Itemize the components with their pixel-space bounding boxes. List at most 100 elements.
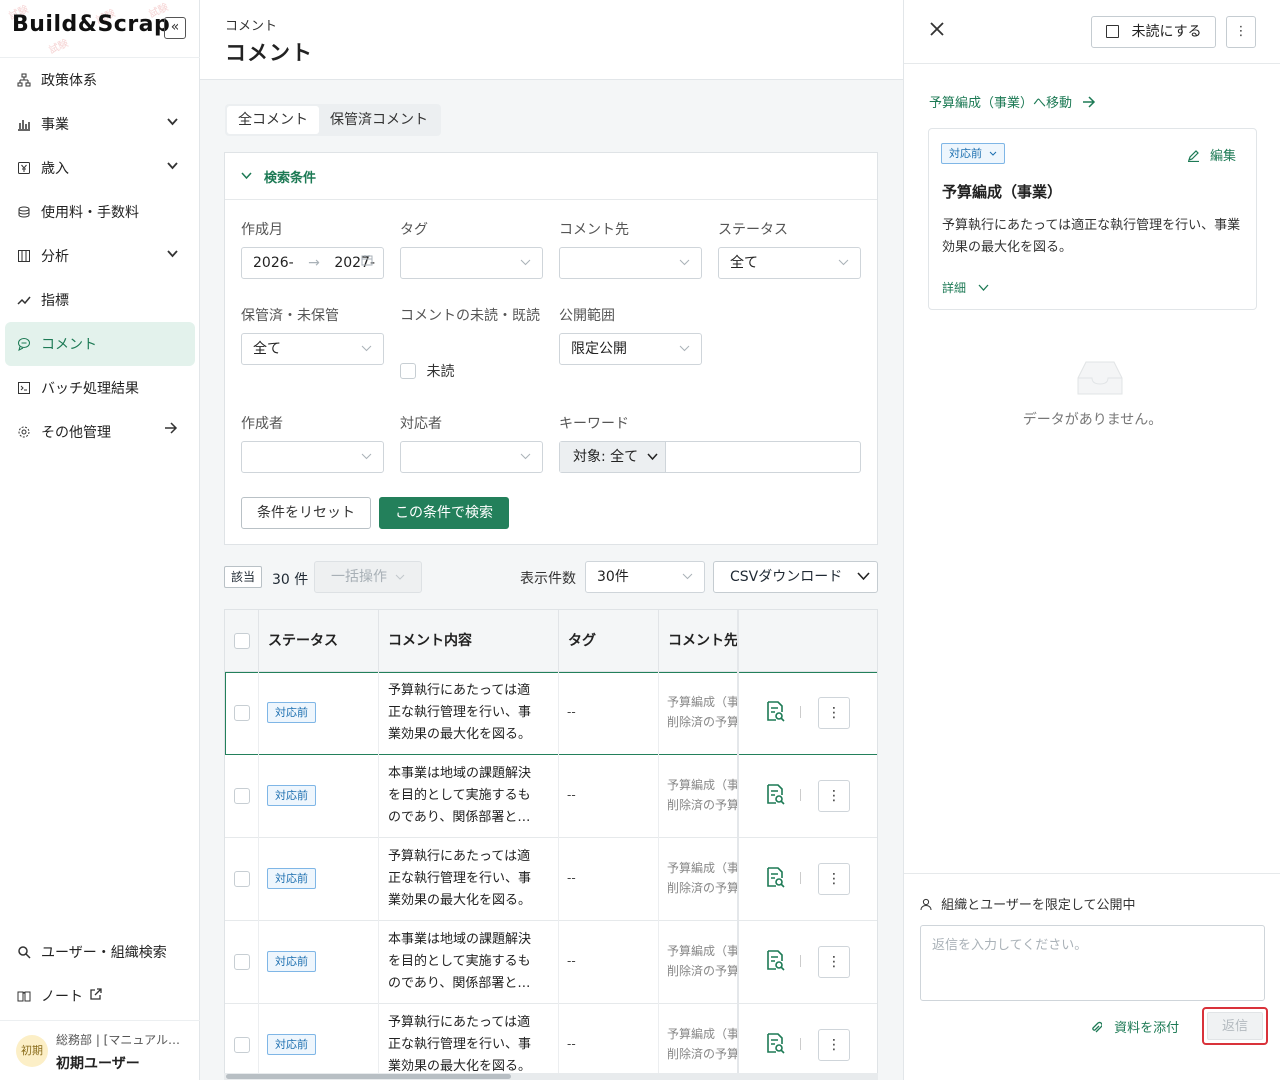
row-checkbox[interactable] <box>234 1037 250 1053</box>
row-more-options-icon[interactable]: ⋮ <box>818 946 850 978</box>
sidebar-item-policy[interactable]: 政策体系 <box>0 58 200 102</box>
sidebar-item-label: バッチ処理結果 <box>41 381 139 397</box>
row-more-options-icon[interactable]: ⋮ <box>818 1029 850 1061</box>
author-label: 作成者 <box>241 416 283 432</box>
table-row[interactable]: 対応前 予算執行にあたっては適 正な執行管理を行い、事 業効果の最大化を図る。 --… <box>225 672 877 755</box>
reply-send-button[interactable]: 返信 <box>1207 1012 1263 1040</box>
column-header-content[interactable]: コメント内容 <box>379 610 559 672</box>
target-deleted: 削除済の予算 <box>667 798 737 812</box>
search-panel-toggle[interactable]: 検索条件 <box>225 153 877 200</box>
author-select[interactable] <box>241 441 384 473</box>
view-detail-icon[interactable] <box>765 949 785 971</box>
sidebar-item-admin[interactable]: その他管理 <box>0 410 200 454</box>
sidebar-item-indicators[interactable]: 指標 <box>0 278 200 322</box>
table-row[interactable]: 対応前 予算執行にあたっては適 正な執行管理を行い、事 業効果の最大化を図る。 --… <box>225 1004 877 1080</box>
assignee-select[interactable] <box>400 441 543 473</box>
column-header-tag[interactable]: タグ <box>559 610 659 672</box>
user-org: 総務部 | [マニュアル… <box>56 1033 180 1047</box>
status-cell: 対応前 <box>259 1004 379 1080</box>
sidebar-item-fees[interactable]: 使用料・手数料 <box>0 190 200 234</box>
sidebar-item-projects[interactable]: 事業 <box>0 102 200 146</box>
column-header-status[interactable]: ステータス <box>259 610 379 672</box>
row-checkbox[interactable] <box>234 954 250 970</box>
horizontal-scrollbar[interactable] <box>224 1073 878 1080</box>
sidebar-item-label: 分析 <box>41 249 69 265</box>
target-cell: 予算編成（事業） 削除済の予算 <box>659 838 739 921</box>
target-cell: 予算編成（事業） 削除済の予算 <box>659 672 739 755</box>
reset-button[interactable]: 条件をリセット <box>241 497 371 529</box>
view-detail-icon[interactable] <box>765 700 785 722</box>
table-row[interactable]: 対応前 予算執行にあたっては適 正な執行管理を行い、事 業効果の最大化を図る。 --… <box>225 838 877 921</box>
search-button[interactable]: この条件で検索 <box>379 497 509 529</box>
app-logo[interactable]: Build&Scrap <box>12 12 170 37</box>
attach-file-button[interactable]: 資料を添付 <box>1090 1017 1179 1036</box>
sidebar-item-revenue[interactable]: 歳入 <box>0 146 200 190</box>
sidebar-item-note[interactable]: ノート <box>0 974 200 1018</box>
status-select[interactable]: 全て <box>718 247 861 279</box>
tab-all-comments[interactable]: 全コメント <box>227 106 319 134</box>
comment-target[interactable]: 予算編成（事業） 削除済の予算 <box>667 692 737 732</box>
keyword-scope-select[interactable]: 対象: 全て <box>560 442 666 472</box>
tag-value: -- <box>567 1037 576 1051</box>
tag-select[interactable] <box>400 247 543 279</box>
action-divider <box>800 872 801 884</box>
created-month-from[interactable]: 2026- <box>253 255 294 271</box>
unread-checkbox[interactable]: 未読 <box>400 361 454 381</box>
edit-button[interactable]: 編集 <box>1187 145 1236 164</box>
view-detail-icon[interactable] <box>765 866 785 888</box>
row-checkbox[interactable] <box>234 871 250 887</box>
csv-download-button[interactable]: CSVダウンロード <box>713 561 878 593</box>
status-badge[interactable]: 対応前 <box>267 702 316 723</box>
chevron-down-icon <box>396 574 405 580</box>
arrow-right-icon <box>164 422 178 437</box>
scrollbar-thumb[interactable] <box>226 1074 511 1079</box>
row-more-options-icon[interactable]: ⋮ <box>818 780 850 812</box>
select-all-checkbox[interactable] <box>234 633 250 649</box>
more-options-icon[interactable]: ⋮ <box>1226 16 1256 48</box>
row-checkbox[interactable] <box>234 705 250 721</box>
archived-select[interactable]: 全て <box>241 333 384 365</box>
status-badge[interactable]: 対応前 <box>267 868 316 889</box>
visibility-select[interactable]: 限定公開 <box>559 333 702 365</box>
tag-cell: -- <box>559 755 659 838</box>
table-row[interactable]: 対応前 本事業は地域の課題解決 を目的として実施するも のであり、関係部署と… --… <box>225 921 877 1004</box>
comment-target[interactable]: 予算編成（事業） 削除済の予算 <box>667 775 737 815</box>
row-more-options-icon[interactable]: ⋮ <box>818 863 850 895</box>
user-profile[interactable]: 初期 総務部 | [マニュアル… 初期ユーザー <box>0 1020 200 1080</box>
comment-target-select[interactable] <box>559 247 702 279</box>
tag-value: -- <box>567 954 576 968</box>
bulk-action-select[interactable]: 一括操作 <box>314 561 422 593</box>
comment-content: 予算執行にあたっては適 正な執行管理を行い、事 業効果の最大化を図る。 <box>388 849 532 908</box>
created-month-range[interactable]: 2026- → 2027- <box>241 247 384 279</box>
row-more-options-icon[interactable]: ⋮ <box>818 697 850 729</box>
per-page-select[interactable]: 30件 <box>585 561 705 593</box>
tag-value: -- <box>567 705 576 719</box>
column-header-target[interactable]: コメント先 <box>659 610 739 672</box>
mark-unread-button[interactable]: 未読にする <box>1091 16 1216 48</box>
comment-target[interactable]: 予算編成（事業） 削除済の予算 <box>667 1024 737 1064</box>
reply-textarea[interactable]: 返信を入力してください。 <box>920 925 1265 1001</box>
sidebar-item-analysis[interactable]: 分析 <box>0 234 200 278</box>
status-badge[interactable]: 対応前 <box>267 951 316 972</box>
tab-archived-comments[interactable]: 保管済コメント <box>319 106 439 134</box>
sidebar-item-user-search[interactable]: ユーザー・組織検索 <box>0 930 200 974</box>
view-detail-icon[interactable] <box>765 1032 785 1054</box>
goto-target-link[interactable]: 予算編成（事業）へ移動 <box>929 92 1096 111</box>
comment-target[interactable]: 予算編成（事業） 削除済の予算 <box>667 858 737 898</box>
table-row[interactable]: 対応前 本事業は地域の課題解決 を目的として実施するも のであり、関係部署と… --… <box>225 755 877 838</box>
content-cell: 予算執行にあたっては適 正な執行管理を行い、事 業効果の最大化を図る。 <box>379 1004 559 1080</box>
comment-target[interactable]: 予算編成（事業） 削除済の予算 <box>667 941 737 981</box>
sidebar-item-label: その他管理 <box>41 425 111 441</box>
checkbox[interactable] <box>400 363 416 379</box>
status-badge[interactable]: 対応前 <box>267 1034 316 1055</box>
status-badge[interactable]: 対応前 <box>941 143 1005 164</box>
view-detail-icon[interactable] <box>765 783 785 805</box>
close-icon[interactable] <box>930 17 944 42</box>
status-badge[interactable]: 対応前 <box>267 785 316 806</box>
row-checkbox[interactable] <box>234 788 250 804</box>
detail-toggle[interactable]: 詳細 <box>942 279 989 296</box>
collapse-sidebar-icon[interactable]: « <box>164 17 186 39</box>
sidebar-item-batch[interactable]: バッチ処理結果 <box>0 366 200 410</box>
sidebar-item-comments[interactable]: コメント <box>5 322 195 366</box>
created-month-label: 作成月 <box>241 222 283 238</box>
